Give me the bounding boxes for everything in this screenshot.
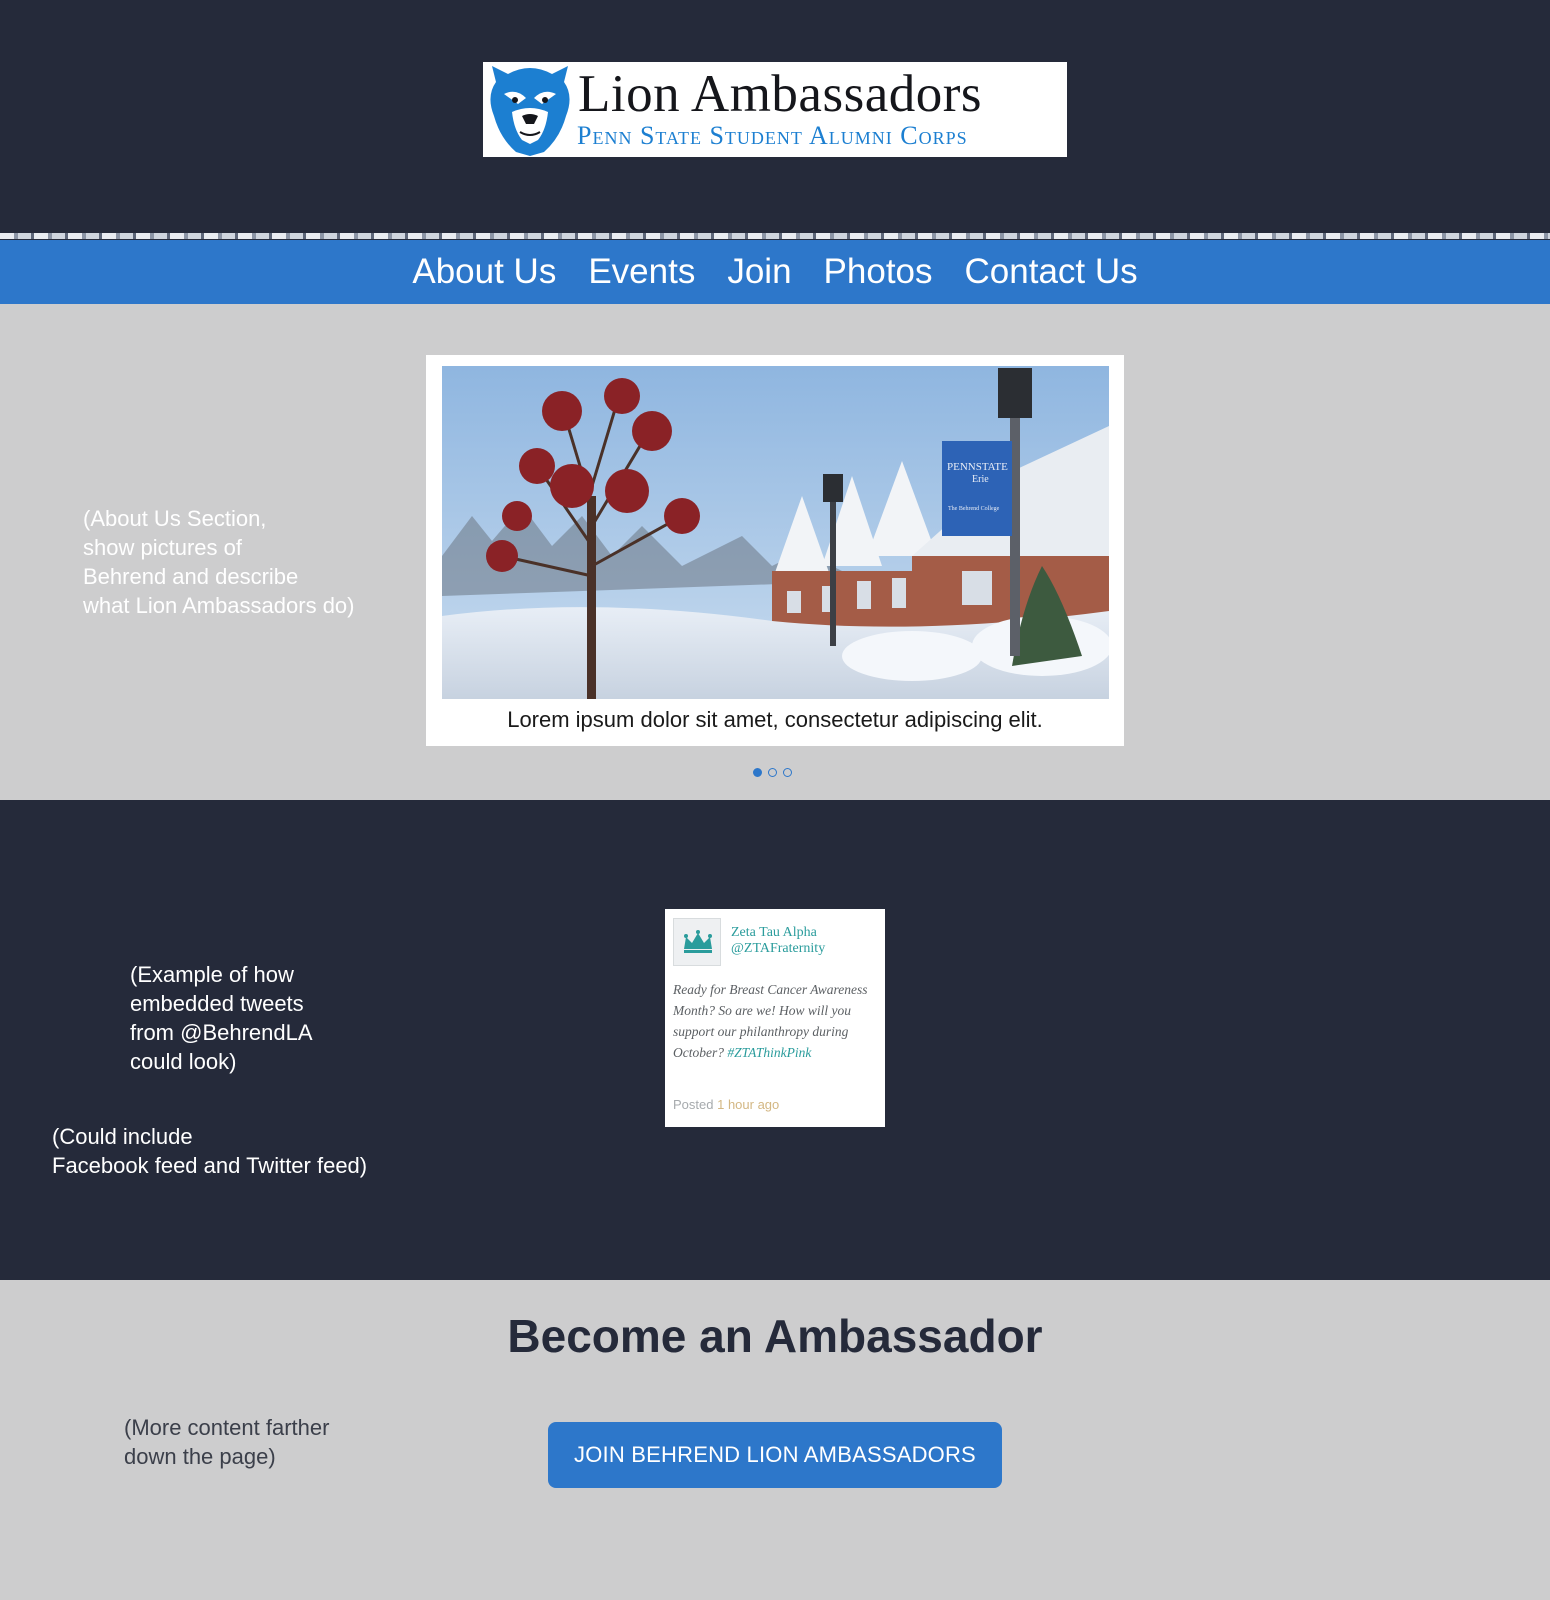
tweet-avatar[interactable] <box>673 918 721 966</box>
carousel-dot-3[interactable] <box>783 768 792 777</box>
tweet-posted-time[interactable]: 1 hour ago <box>717 1097 779 1112</box>
nav-events[interactable]: Events <box>587 240 696 304</box>
tweet-text: Ready for Breast Cancer Awareness Month?… <box>673 979 883 1063</box>
carousel-dot-1[interactable] <box>753 768 762 777</box>
tweets-note: (Example of how embedded tweets from @Be… <box>130 962 313 1074</box>
campus-photo: PENNSTATE Erie The Behrend College <box>442 366 1109 699</box>
lion-head-icon <box>490 66 570 156</box>
feeds-note: (Could include Facebook feed and Twitter… <box>52 1124 368 1178</box>
tweet-author-handle[interactable]: @ZTAFraternity <box>731 941 825 957</box>
nav-about-us[interactable]: About Us <box>411 240 557 304</box>
banner-text-3: The Behrend College <box>948 506 1000 512</box>
nav-contact-us[interactable]: Contact Us <box>964 240 1139 304</box>
tweet-posted-label: Posted <box>673 1097 714 1112</box>
tweet-timestamp: Posted 1 hour ago <box>673 1097 779 1112</box>
tweet-author-name[interactable]: Zeta Tau Alpha <box>731 925 817 941</box>
logo-title: Lion Ambassadors <box>578 65 982 123</box>
banner-text-2: Erie <box>972 474 989 485</box>
tweet-hashtag[interactable]: #ZTAThinkPink <box>727 1045 811 1060</box>
nav-join[interactable]: Join <box>726 240 792 304</box>
carousel-dots <box>753 768 792 777</box>
nav-photos[interactable]: Photos <box>823 240 934 304</box>
about-section: (About Us Section, show pictures of Behr… <box>0 304 1550 800</box>
join-section: Become an Ambassador (More content farth… <box>0 1280 1550 1600</box>
crown-icon <box>684 930 712 953</box>
social-feed-section: (Example of how embedded tweets from @Be… <box>0 800 1550 1280</box>
image-carousel[interactable]: PENNSTATE Erie The Behrend College Lorem… <box>426 355 1124 746</box>
site-header: Lion Ambassadors Penn State Student Alum… <box>0 0 1550 239</box>
more-content-note: (More content farther down the page) <box>124 1415 330 1469</box>
logo-subtitle: Penn State Student Alumni Corps <box>577 121 968 150</box>
slide-caption: Lorem ipsum dolor sit amet, consectetur … <box>507 707 1043 732</box>
embedded-tweet[interactable]: Zeta Tau Alpha @ZTAFraternity Ready for … <box>665 909 885 1127</box>
banner-text-1: PENNSTATE <box>947 461 1008 473</box>
join-button[interactable]: JOIN BEHREND LION AMBASSADORS <box>548 1422 1002 1488</box>
carousel-dot-2[interactable] <box>768 768 777 777</box>
main-nav: About Us Events Join Photos Contact Us <box>0 240 1550 304</box>
join-heading: Become an Ambassador <box>507 1310 1043 1362</box>
header-divider <box>0 233 1550 239</box>
about-note: (About Us Section, show pictures of Behr… <box>83 506 355 618</box>
site-logo[interactable]: Lion Ambassadors Penn State Student Alum… <box>483 62 1067 157</box>
